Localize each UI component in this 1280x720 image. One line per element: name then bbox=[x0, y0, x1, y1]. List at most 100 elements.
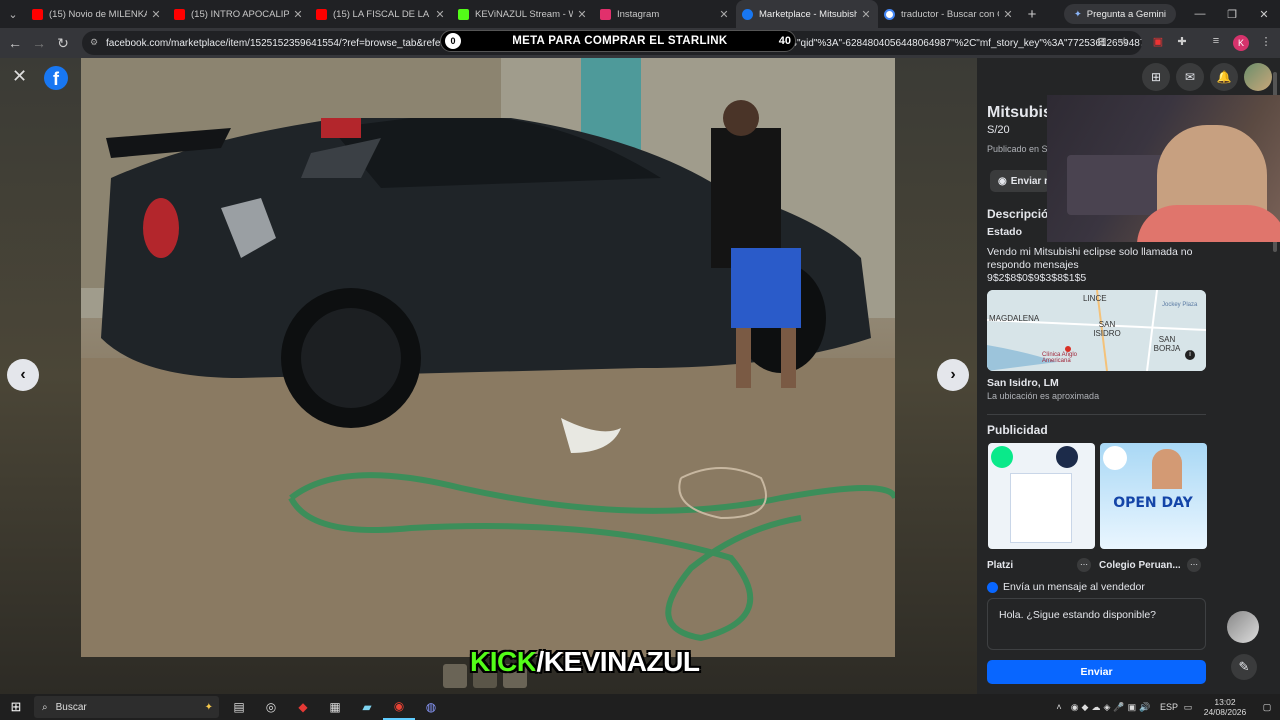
bookmark-star-icon[interactable]: ☆ bbox=[1116, 35, 1132, 51]
google-icon bbox=[884, 8, 895, 20]
browser-tab[interactable]: Instagram ✕ bbox=[594, 0, 736, 28]
browser-tab[interactable]: KEViNAZUL Stream - Watc ✕ bbox=[452, 0, 594, 28]
youtube-icon bbox=[32, 8, 43, 20]
map-label: SAN ISIDRO bbox=[1093, 320, 1121, 338]
discord-icon[interactable]: ◍ bbox=[415, 694, 447, 720]
facebook-logo-icon[interactable]: f bbox=[44, 66, 68, 90]
chat-head-avatar[interactable] bbox=[1227, 611, 1259, 643]
facebook-icon bbox=[742, 8, 753, 20]
notepad-icon[interactable]: ▰ bbox=[351, 694, 383, 720]
account-avatar[interactable] bbox=[1244, 63, 1272, 91]
tray-icons[interactable]: ◉◆☁◈🎤▣🔊 bbox=[1066, 702, 1158, 713]
messenger-icon[interactable]: ✉ bbox=[1176, 63, 1204, 91]
clock-time: 13:02 bbox=[1214, 697, 1236, 707]
browser-menu-icon[interactable]: ⋮ bbox=[1258, 35, 1274, 51]
ad-options-icon[interactable]: ⋯ bbox=[1187, 558, 1201, 572]
tray-chevron-icon[interactable]: ˄ bbox=[1052, 702, 1066, 712]
ad-child-photo bbox=[1152, 449, 1182, 489]
taskbar-search[interactable]: ⌕ Buscar ✦ bbox=[34, 696, 219, 718]
obs-icon[interactable]: ◎ bbox=[255, 694, 287, 720]
tab-title: KEViNAZUL Stream - Watc bbox=[475, 8, 573, 20]
browser-tab[interactable]: (15) LA FISCAL DE LA NOC ✕ bbox=[310, 0, 452, 28]
previous-photo-button[interactable]: ‹ bbox=[7, 359, 39, 391]
anydesk-icon[interactable]: ◆ bbox=[287, 694, 319, 720]
ad-name[interactable]: Colegio Peruan... bbox=[1099, 560, 1181, 571]
location-map[interactable]: LINCE MAGDALENA SAN ISIDRO SAN BORJA Clí… bbox=[987, 290, 1206, 371]
browser-tab[interactable]: (15) Novio de MILENKA PA ✕ bbox=[26, 0, 168, 28]
language-indicator[interactable]: ESP bbox=[1158, 702, 1180, 712]
clock-date: 24/08/2026 bbox=[1203, 707, 1247, 717]
clock[interactable]: 13:02 24/08/2026 bbox=[1196, 697, 1254, 717]
youtube-icon bbox=[174, 8, 185, 20]
close-tab-icon[interactable]: ✕ bbox=[150, 8, 162, 21]
back-icon[interactable]: ← bbox=[3, 35, 27, 51]
close-tab-icon[interactable]: ✕ bbox=[434, 8, 446, 21]
taskbar-search-placeholder: Buscar bbox=[55, 701, 87, 713]
photo-thumbnail[interactable] bbox=[443, 664, 467, 688]
message-seller-label: Envía un mensaje al vendedor bbox=[987, 581, 1145, 593]
message-text: Hola. ¿Sigue estando disponible? bbox=[999, 609, 1157, 621]
browser-tab[interactable]: (15) INTRO APOCALIPTO - ✕ bbox=[168, 0, 310, 28]
close-tab-icon[interactable]: ✕ bbox=[718, 8, 730, 21]
stream-goal-overlay: 0 META PARA COMPRAR EL STARLINK 40 bbox=[440, 30, 796, 52]
messenger-icon bbox=[987, 581, 998, 593]
message-input[interactable]: Hola. ¿Sigue estando disponible? bbox=[987, 598, 1206, 650]
network-icon[interactable]: ▭ bbox=[1180, 702, 1196, 713]
ad-image-platzi[interactable] bbox=[988, 443, 1095, 549]
messenger-icon: ◉ bbox=[998, 175, 1007, 187]
reload-icon[interactable]: ↻ bbox=[51, 35, 75, 52]
state-label: Estado bbox=[987, 226, 1023, 238]
browser-tab[interactable]: traductor - Buscar con Goo ✕ bbox=[878, 0, 1020, 28]
youtube-icon bbox=[316, 8, 327, 20]
notifications-icon[interactable]: ▢ bbox=[1254, 702, 1280, 713]
gemini-icon: ✦ bbox=[1073, 8, 1082, 20]
close-tab-icon[interactable]: ✕ bbox=[1002, 8, 1014, 21]
calculator-icon[interactable]: ▦ bbox=[319, 694, 351, 720]
open-day-banner: OPEN DAY bbox=[1113, 495, 1193, 511]
send-button[interactable]: Enviar bbox=[987, 660, 1206, 684]
install-app-icon[interactable]: ⊞ bbox=[1094, 35, 1110, 51]
instagram-icon bbox=[600, 8, 611, 20]
tab-title: (15) LA FISCAL DE LA NOC bbox=[333, 8, 431, 20]
map-label: LINCE bbox=[1083, 294, 1107, 303]
map-info-icon[interactable]: i bbox=[1185, 350, 1195, 360]
forward-icon[interactable]: → bbox=[27, 35, 51, 51]
map-label: MAGDALENA bbox=[989, 314, 1040, 323]
close-tab-icon[interactable]: ✕ bbox=[576, 8, 588, 21]
ad-name[interactable]: Platzi bbox=[987, 560, 1013, 571]
kick-icon bbox=[458, 8, 469, 20]
task-view-icon[interactable]: ▤ bbox=[223, 694, 255, 720]
send-message-label: Enviar r bbox=[1010, 175, 1048, 187]
location-name: San Isidro, LM bbox=[987, 377, 1059, 389]
send-label: Enviar bbox=[1080, 666, 1113, 678]
minimize-button[interactable]: — bbox=[1184, 8, 1216, 20]
extensions-puzzle-icon[interactable]: ✚ bbox=[1174, 35, 1190, 51]
menu-grid-icon[interactable]: ⊞ bbox=[1142, 63, 1170, 91]
profile-avatar[interactable]: K bbox=[1233, 35, 1249, 51]
close-viewer-icon[interactable]: ✕ bbox=[12, 66, 34, 88]
ad-options-icon[interactable]: ⋯ bbox=[1077, 558, 1091, 572]
send-message-button[interactable]: ◉ Enviar r bbox=[990, 170, 1050, 192]
media-controls-icon[interactable]: ≡ bbox=[1208, 35, 1224, 51]
ad-image-colegio[interactable]: OPEN DAY bbox=[1100, 443, 1207, 549]
listing-price: S/20 bbox=[987, 124, 1010, 136]
new-message-icon[interactable]: ✎ bbox=[1231, 654, 1257, 680]
gemini-button[interactable]: ✦ Pregunta a Gemini bbox=[1063, 4, 1176, 24]
streamer-webcam bbox=[1047, 95, 1280, 242]
chrome-icon[interactable]: ◉ bbox=[383, 694, 415, 720]
new-tab-button[interactable]: + bbox=[1020, 6, 1044, 23]
close-tab-icon[interactable]: ✕ bbox=[860, 8, 872, 21]
next-photo-button[interactable]: › bbox=[937, 359, 969, 391]
close-window-button[interactable]: ✕ bbox=[1248, 8, 1280, 21]
windows-start-icon[interactable]: ⊞ bbox=[0, 694, 32, 720]
close-tab-icon[interactable]: ✕ bbox=[292, 8, 304, 21]
extension-icon[interactable]: ▣ bbox=[1150, 35, 1166, 51]
published-info: Publicado en Sa bbox=[987, 144, 1053, 154]
description-heading: Descripción bbox=[987, 207, 1056, 221]
restore-button[interactable]: ❐ bbox=[1216, 8, 1248, 21]
browser-tab-active[interactable]: Marketplace - Mitsubishi e ✕ bbox=[736, 0, 878, 28]
site-info-icon[interactable]: ⚙ bbox=[90, 37, 100, 48]
notifications-bell-icon[interactable]: 🔔 bbox=[1210, 63, 1238, 91]
tab-search-button[interactable]: ⌄ bbox=[0, 0, 26, 28]
gemini-label: Pregunta a Gemini bbox=[1086, 8, 1166, 20]
